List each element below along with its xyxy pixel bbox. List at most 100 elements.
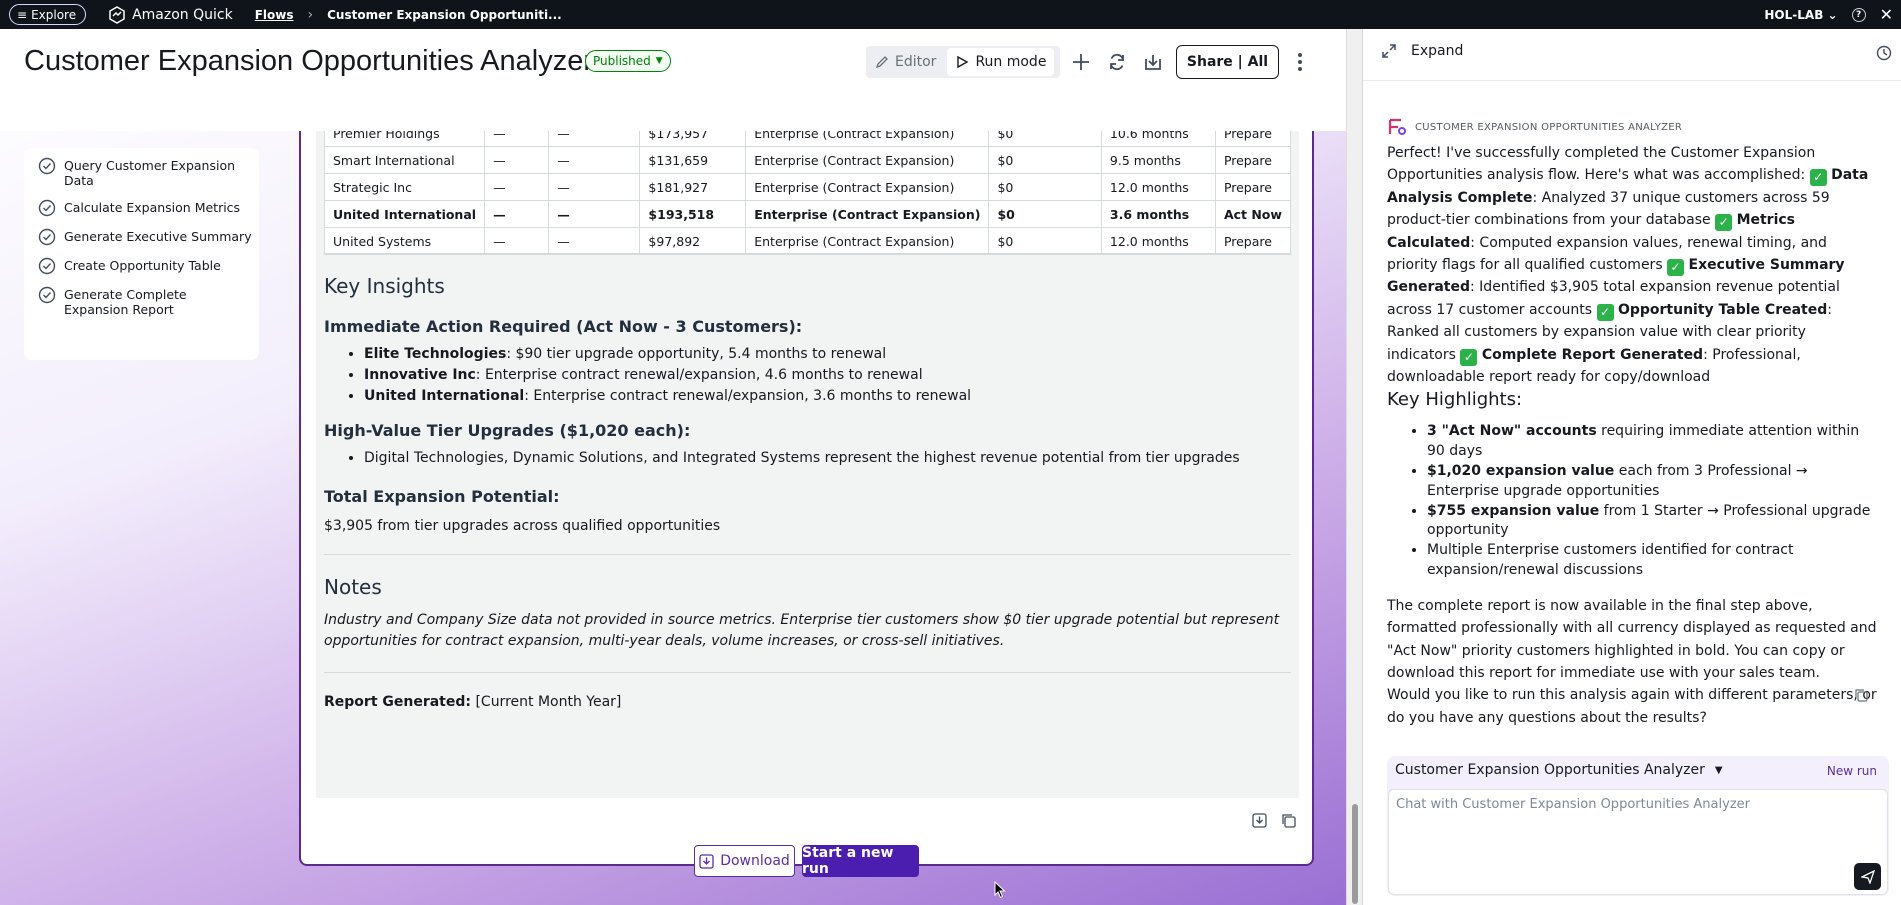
caret-down-icon: ▼ bbox=[1714, 764, 1723, 776]
question-paragraph: Would you like to run this analysis agai… bbox=[1387, 687, 1877, 726]
table-cell: Enterprise (Contract Expansion) bbox=[745, 200, 990, 228]
divider bbox=[324, 554, 1291, 555]
check-circle-icon bbox=[38, 157, 56, 175]
table-cell: Prepare bbox=[1214, 173, 1292, 201]
mouse-cursor-icon bbox=[994, 881, 1006, 899]
table-cell: Prepare bbox=[1214, 131, 1292, 147]
assistant-panel: Expand CUSTOMER EXPANSION OPPORTUNITIES … bbox=[1362, 29, 1901, 905]
status-dropdown[interactable]: Published ▼ bbox=[585, 50, 671, 72]
check-circle-icon bbox=[38, 257, 56, 275]
highlight-bold: 3 "Act Now" accounts bbox=[1427, 423, 1597, 440]
download-icon[interactable] bbox=[1252, 813, 1267, 828]
table-cell: 3.6 months bbox=[1100, 200, 1216, 228]
more-options-icon[interactable] bbox=[1286, 48, 1314, 76]
download-button[interactable]: Download bbox=[694, 845, 795, 877]
table-cell: — bbox=[484, 200, 550, 228]
table-cell: $181,927 bbox=[639, 173, 747, 201]
check-icon: ✓ bbox=[1596, 303, 1614, 321]
chat-input[interactable] bbox=[1388, 789, 1888, 895]
table-cell: Premier Holdings bbox=[323, 131, 486, 147]
brand[interactable]: Amazon Quick bbox=[108, 5, 233, 24]
account-menu[interactable]: HOL-LAB ⌄ bbox=[1764, 8, 1837, 22]
send-button[interactable] bbox=[1854, 863, 1881, 890]
copy-icon[interactable] bbox=[1854, 688, 1868, 702]
breadcrumb-flows[interactable]: Flows bbox=[255, 8, 294, 22]
copy-icon[interactable] bbox=[1281, 813, 1296, 828]
notes-heading: Notes bbox=[324, 575, 382, 599]
opportunity-table: Premier Holdings — — $173,957 Enterprise (Co… bbox=[323, 131, 1292, 255]
table-cell: Act Now bbox=[1214, 200, 1292, 228]
check-circle-icon bbox=[38, 228, 56, 246]
table-cell: United International bbox=[323, 200, 486, 228]
expand-button[interactable]: Expand bbox=[1381, 43, 1463, 59]
customer-name: Innovative Inc bbox=[364, 367, 476, 383]
agent-header: CUSTOMER EXPANSION OPPORTUNITIES ANALYZE… bbox=[1387, 117, 1682, 137]
list-item: $755 expansion value from 1 Starter → Pr… bbox=[1427, 502, 1877, 542]
editor-mode-button[interactable]: Editor bbox=[866, 48, 945, 76]
explore-button[interactable]: ≡ Explore bbox=[9, 4, 87, 25]
table-cell: United Systems bbox=[323, 227, 486, 255]
share-button[interactable]: Share | All bbox=[1176, 45, 1279, 79]
table-cell: Prepare bbox=[1214, 227, 1292, 255]
flow-workarea: Customer Expansion Opportunities Analyze… bbox=[0, 29, 1346, 905]
explore-label: Explore bbox=[31, 7, 77, 22]
immediate-action-list: Elite Technologies: $90 tier upgrade opp… bbox=[324, 344, 1291, 407]
table-cell: $0 bbox=[988, 227, 1102, 255]
history-icon[interactable] bbox=[1876, 45, 1892, 61]
report-actions bbox=[1252, 813, 1296, 828]
step-item[interactable]: Generate Executive Summary bbox=[38, 228, 259, 246]
caret-down-icon: ▼ bbox=[655, 56, 663, 66]
table-cell: Smart International bbox=[323, 146, 486, 174]
message-intro: Perfect! I've successfully completed the… bbox=[1387, 145, 1816, 184]
run-mode-label: Run mode bbox=[975, 54, 1047, 70]
agent-logo-icon bbox=[1388, 118, 1406, 135]
main-scrollbar[interactable] bbox=[1346, 29, 1362, 905]
refresh-icon[interactable] bbox=[1103, 48, 1131, 76]
help-icon[interactable]: ? bbox=[1851, 7, 1866, 22]
agent-selector[interactable]: Customer Expansion Opportunities Analyze… bbox=[1395, 762, 1723, 778]
message-paragraph: Perfect! I've successfully completed the… bbox=[1387, 142, 1877, 388]
table-row: Strategic Inc — — $181,927 Enterprise (Contr… bbox=[323, 173, 1292, 201]
status-label: Published bbox=[593, 54, 651, 68]
agent-selector-label: Customer Expansion Opportunities Analyze… bbox=[1395, 762, 1705, 778]
report-content: Premier Holdings — — $173,957 Enterprise (Co… bbox=[316, 131, 1299, 798]
table-cell: 12.0 months bbox=[1100, 227, 1216, 255]
table-row: Premier Holdings — — $173,957 Enterprise (Co… bbox=[323, 131, 1292, 147]
customer-name: Elite Technologies bbox=[364, 346, 507, 362]
check-icon: ✓ bbox=[1667, 259, 1685, 277]
play-icon bbox=[957, 55, 969, 69]
immediate-action-heading: Immediate Action Required (Act Now - 3 C… bbox=[324, 317, 803, 336]
step-item[interactable]: Create Opportunity Table bbox=[38, 257, 259, 275]
highlights-list: 3 "Act Now" accounts requiring immediate… bbox=[1387, 422, 1877, 580]
mode-toggle: Editor Run mode bbox=[866, 46, 1060, 78]
quick-logo-icon bbox=[109, 5, 125, 24]
list-item: United International: Enterprise contrac… bbox=[364, 386, 1291, 407]
check-icon: ✓ bbox=[1460, 348, 1478, 366]
export-icon[interactable] bbox=[1139, 48, 1167, 76]
closing-paragraph: The complete report is now available in … bbox=[1387, 597, 1877, 682]
page-title: Customer Expansion Opportunities Analyze… bbox=[24, 45, 594, 77]
start-new-run-button[interactable]: Start a new run bbox=[802, 845, 919, 877]
close-icon[interactable]: ✕ bbox=[1880, 5, 1893, 24]
pencil-icon bbox=[875, 56, 888, 69]
download-icon bbox=[699, 853, 714, 869]
table-cell: — bbox=[548, 131, 641, 147]
add-icon[interactable] bbox=[1067, 48, 1095, 76]
step-item[interactable]: Generate Complete Expansion Report bbox=[38, 286, 259, 317]
table-row: Smart International — — $131,659 Enterprise … bbox=[323, 146, 1292, 174]
assistant-message: Perfect! I've successfully completed the… bbox=[1387, 142, 1877, 729]
step-item[interactable]: Query Customer Expansion Data bbox=[38, 157, 259, 188]
table-cell: Enterprise (Contract Expansion) bbox=[745, 173, 990, 201]
new-run-link[interactable]: New run bbox=[1827, 764, 1877, 778]
step-item[interactable]: Calculate Expansion Metrics bbox=[38, 199, 259, 217]
high-value-list: Digital Technologies, Dynamic Solutions,… bbox=[324, 448, 1291, 469]
list-item: Elite Technologies: $90 tier upgrade opp… bbox=[364, 344, 1291, 365]
menu-icon: ≡ bbox=[17, 7, 28, 22]
table-cell: $0 bbox=[988, 200, 1102, 228]
run-mode-button[interactable]: Run mode bbox=[947, 48, 1055, 76]
table-cell: Strategic Inc bbox=[323, 173, 486, 201]
report-output-card: Premier Holdings — — $173,957 Enterprise (Co… bbox=[299, 131, 1314, 866]
scrollbar-thumb[interactable] bbox=[1352, 804, 1358, 904]
table-cell: — bbox=[484, 227, 550, 255]
table-cell: $0 bbox=[988, 173, 1102, 201]
